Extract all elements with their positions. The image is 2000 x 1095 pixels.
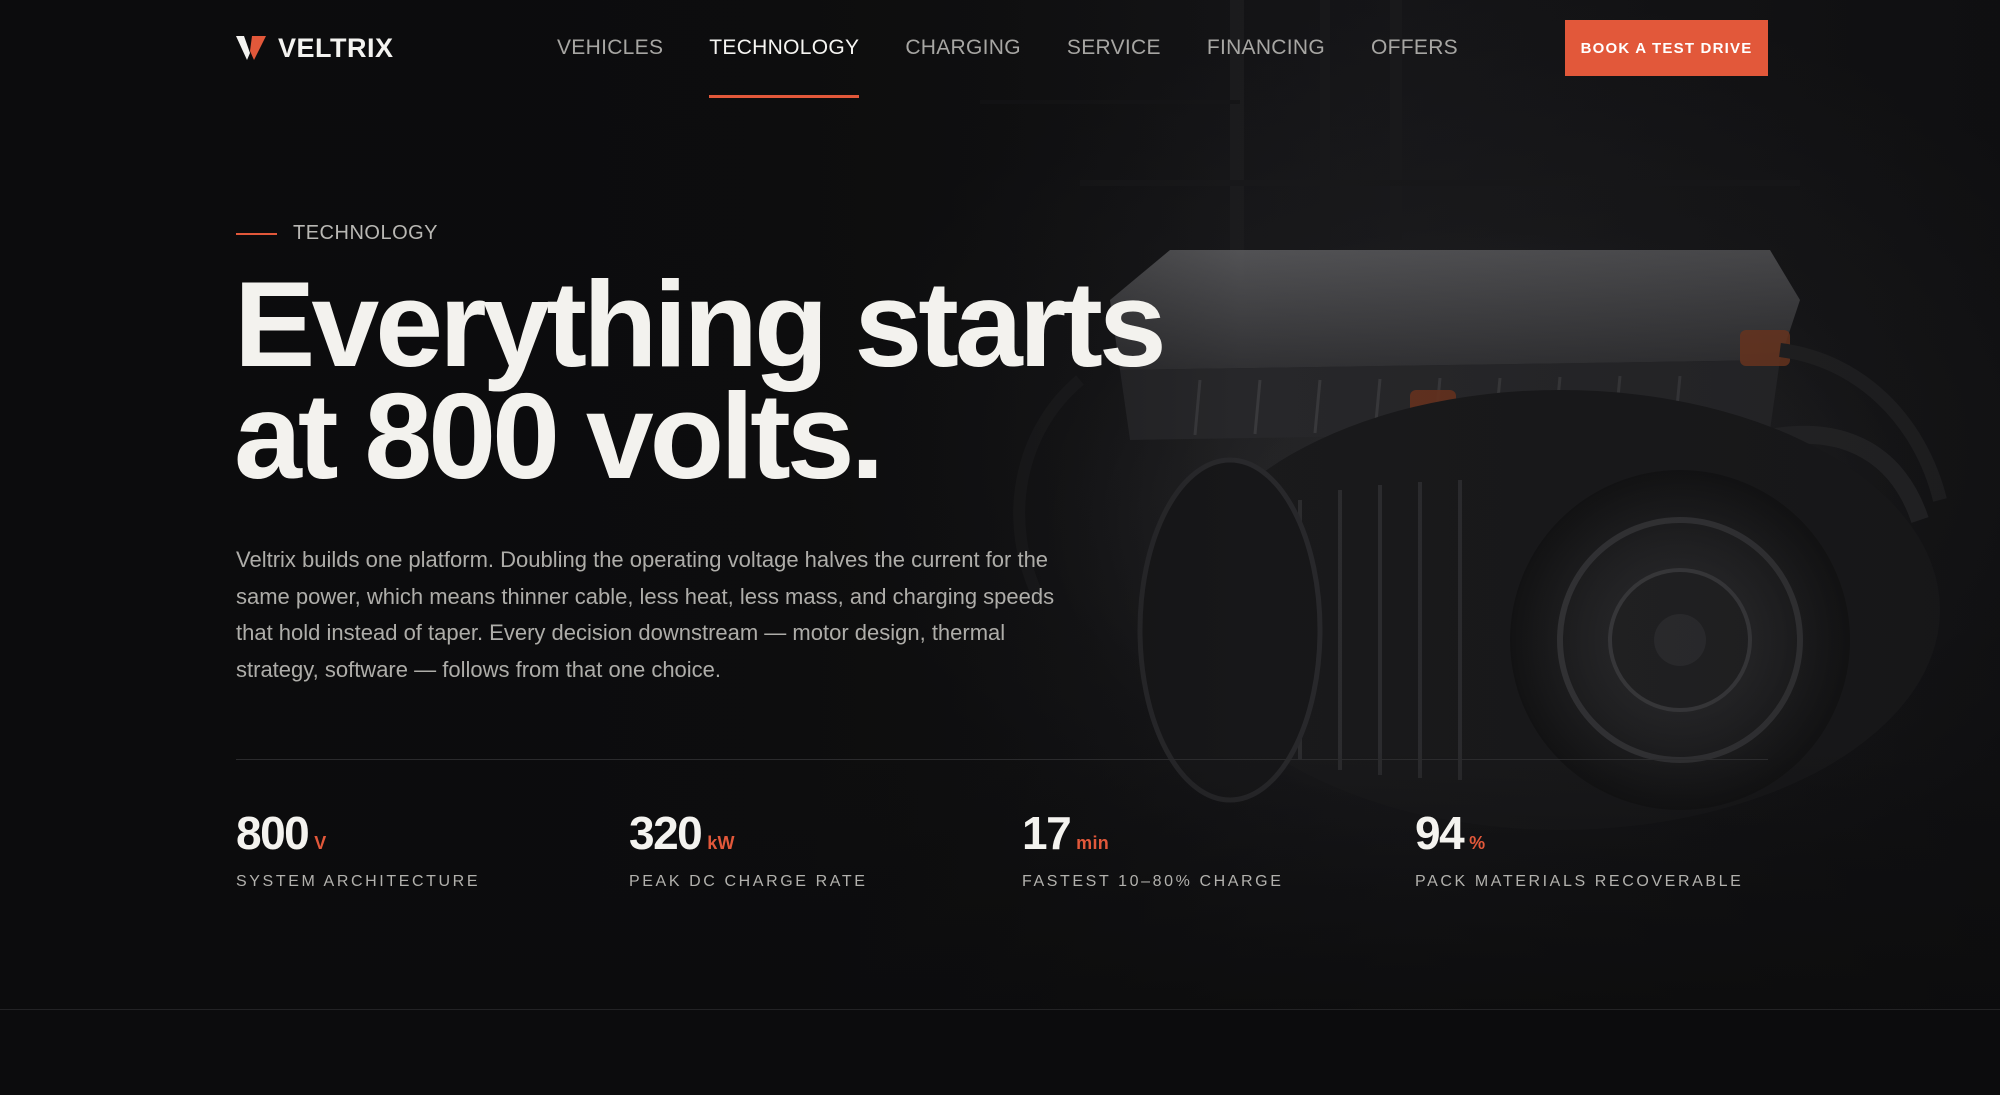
stat-value: 320: [629, 807, 703, 859]
stat-pack-materials: 94 % PACK MATERIALS RECOVERABLE: [1415, 806, 1743, 891]
brand-name: VELTRIX: [278, 32, 394, 63]
stat-label: PACK MATERIALS RECOVERABLE: [1415, 873, 1744, 890]
site-header: VELTRIX VEHICLES TECHNOLOGY CHARGING SER…: [0, 0, 2000, 100]
stat-value-row: 800 V: [236, 806, 480, 860]
stat-system-architecture: 800 V SYSTEM ARCHITECTURE: [236, 806, 480, 891]
stat-value-row: 320 kW: [629, 806, 867, 860]
eyebrow-accent-line: [236, 232, 277, 235]
stat-value: 800: [236, 807, 310, 859]
hero-lead-paragraph: Veltrix builds one platform. Doubling th…: [236, 547, 1055, 682]
stat-unit: kW: [707, 833, 735, 853]
stat-value-row: 17 min: [1022, 806, 1284, 860]
nav-charging[interactable]: CHARGING: [905, 34, 1021, 98]
section-eyebrow: TECHNOLOGY: [236, 222, 438, 245]
headline-line-1: Everything starts: [234, 256, 1167, 392]
book-test-drive-button[interactable]: BOOK A TEST DRIVE: [1565, 20, 1768, 76]
stat-fastest-charge: 17 min FASTEST 10–80% CHARGE: [1022, 806, 1284, 891]
nav-technology[interactable]: TECHNOLOGY: [709, 34, 860, 98]
brand-logo[interactable]: VELTRIX: [236, 30, 394, 66]
stats-divider: [236, 759, 1768, 760]
technology-page: VELTRIX VEHICLES TECHNOLOGY CHARGING SER…: [0, 0, 2000, 1095]
stat-value: 94: [1415, 807, 1465, 859]
stat-unit: %: [1469, 833, 1486, 853]
nav-financing[interactable]: FINANCING: [1207, 34, 1325, 98]
stats-row: 800 V SYSTEM ARCHITECTURE 320 kW PEAK DC…: [236, 806, 1768, 906]
stat-unit: V: [314, 833, 327, 853]
eyebrow-label: TECHNOLOGY: [293, 222, 439, 244]
v-mark-icon: [236, 36, 266, 60]
hero-headline: Everything starts at 800 volts.: [234, 256, 1284, 504]
stat-value: 17: [1022, 807, 1072, 859]
nav-offers[interactable]: OFFERS: [1371, 34, 1458, 98]
stat-unit: min: [1076, 833, 1110, 853]
next-section: [0, 1010, 2000, 1095]
main-nav: VEHICLES TECHNOLOGY CHARGING SERVICE FIN…: [557, 34, 1504, 98]
stat-value-row: 94 %: [1415, 806, 1743, 860]
nav-service[interactable]: SERVICE: [1067, 34, 1161, 98]
headline-line-2: at 800 volts.: [234, 368, 884, 504]
stat-label: SYSTEM ARCHITECTURE: [236, 873, 481, 890]
nav-vehicles[interactable]: VEHICLES: [557, 34, 663, 98]
stat-peak-dc-charge-rate: 320 kW PEAK DC CHARGE RATE: [629, 806, 867, 891]
stat-label: FASTEST 10–80% CHARGE: [1022, 873, 1284, 890]
stat-label: PEAK DC CHARGE RATE: [629, 873, 868, 890]
